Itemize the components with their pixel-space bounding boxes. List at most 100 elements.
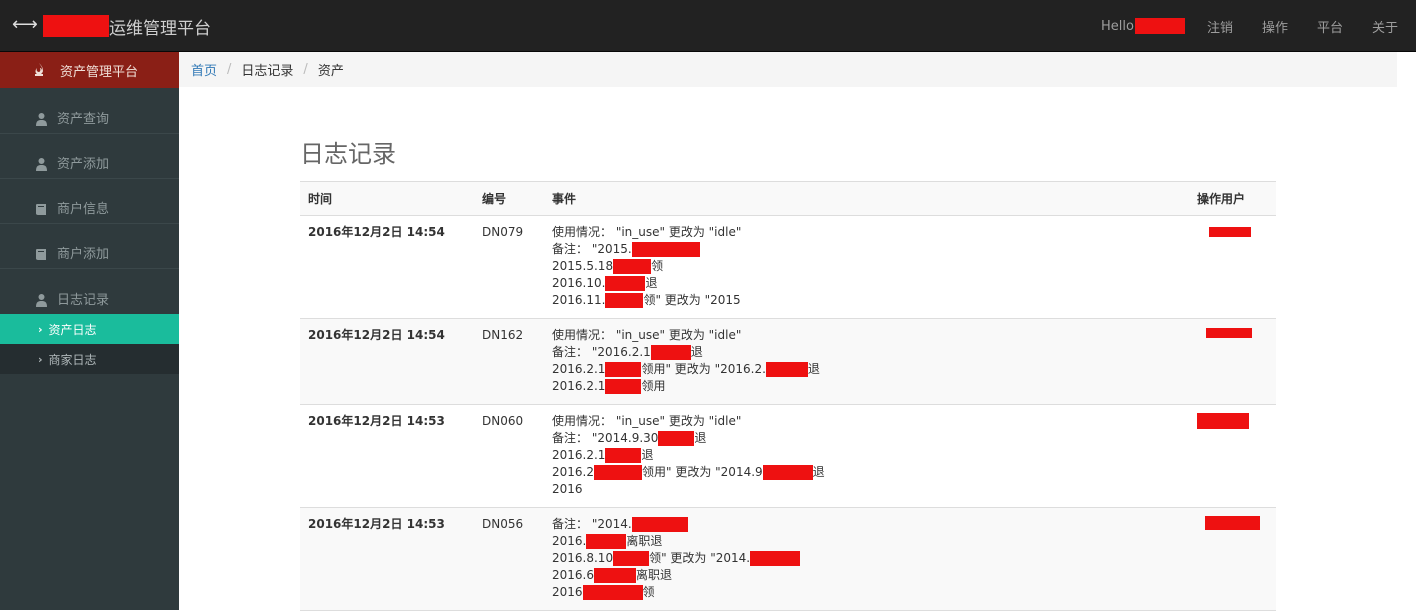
breadcrumb-home[interactable]: 首页: [191, 60, 217, 79]
sidebar-subitem-merchant-log[interactable]: › 商家日志: [0, 344, 179, 374]
table-header-row: 时间 编号 事件 操作用户: [300, 181, 1276, 216]
event-line: 2016.2.1 领用: [552, 379, 666, 394]
cell-time: 2016年12月2日 14:54: [300, 215, 474, 319]
chevron-right-icon: ›: [38, 322, 43, 336]
brand[interactable]: 运维管理平台: [43, 14, 211, 39]
cell-time: 2016年12月2日 14:54: [300, 318, 474, 405]
cell-code: DN162: [474, 318, 544, 405]
nav-about[interactable]: 关于: [1372, 17, 1398, 36]
brand-suffix: 运维管理平台: [109, 18, 211, 39]
table-row: 2016年12月2日 14:53 DN056 备注： "2014. 2016. 离…: [300, 507, 1276, 611]
book-icon: [36, 249, 46, 260]
event-line: 备注： "2014.: [552, 516, 1158, 533]
event-line: 备注： "2016.2.1 退: [552, 345, 703, 360]
event-line: 2016.11. 领" 更改为 "2015: [552, 293, 741, 308]
event-line: 2015.5.18 领: [552, 259, 664, 274]
event-line: 2016: [552, 482, 583, 496]
nav-operations[interactable]: 操作: [1262, 17, 1288, 36]
table-row: 2016年12月2日 14:54 DN162 使用情况： "in_use" 更改…: [300, 318, 1276, 405]
event-line: 使用情况： "in_use" 更改为 "idle": [552, 225, 742, 239]
redacted-brand-name: [43, 15, 109, 37]
event-line: 2016.6 离职退: [552, 568, 673, 583]
redacted-text: [586, 534, 627, 549]
chevron-right-icon: ›: [38, 352, 43, 366]
event-line: 2016 领: [552, 585, 655, 600]
sidebar-item-merchant-info[interactable]: 商户信息: [0, 179, 179, 224]
redacted-text: [765, 362, 808, 377]
sidebar-item-label: 商户添加: [57, 247, 110, 262]
hello-label: Hello: [1100, 18, 1134, 34]
redacted-user: [1205, 516, 1260, 530]
cell-event: 使用情况： "in_use" 更改为 "idle" 备注： "2016.2.1 退…: [544, 318, 1166, 405]
redacted-text: [750, 551, 801, 566]
redacted-user: [1206, 328, 1252, 338]
nav-logout[interactable]: 注销: [1207, 17, 1233, 36]
event-line: 2016.2 领用" 更改为 "2014.9 退: [552, 465, 825, 480]
cell-code: DN056: [474, 507, 544, 611]
redacted-text: [605, 276, 646, 291]
breadcrumb-asset: 资产: [317, 64, 344, 79]
book-icon: [36, 204, 46, 215]
sidebar-subitem-asset-log[interactable]: › 资产日志: [0, 314, 179, 344]
sidebar-subitem-label: 资产日志: [48, 322, 97, 337]
page-title: 日志记录: [300, 140, 396, 168]
cell-user: [1166, 318, 1276, 405]
cell-user: [1166, 507, 1276, 611]
redacted-text: [605, 448, 642, 463]
redacted-text: [613, 259, 652, 274]
breadcrumb: 首页 / 日志记录 / 资产: [179, 52, 1397, 87]
redacted-text: [594, 465, 642, 480]
sidebar-item-asset-query[interactable]: 资产查询: [0, 88, 179, 134]
log-table: 时间 编号 事件 操作用户 2016年12月2日 14:54 DN079 使用情…: [300, 181, 1276, 611]
nav-right: Hello 注销 操作 平台 关于: [1101, 0, 1416, 52]
users-icon: [36, 158, 47, 171]
sidebar-toggle-icon[interactable]: ⟷: [12, 14, 38, 36]
sidebar-item-label: 资产添加: [57, 157, 110, 172]
cell-time: 2016年12月2日 14:53: [300, 404, 474, 508]
hello-user: Hello: [1101, 18, 1185, 34]
redacted-user: [1197, 413, 1249, 429]
redacted-username: [1134, 18, 1185, 34]
event-line: 2016.2.1 退: [552, 448, 654, 463]
cell-user: [1166, 404, 1276, 508]
event-line: 使用情况： "in_use" 更改为 "idle": [552, 414, 742, 428]
column-header-code: 编号: [474, 181, 544, 216]
sidebar-header-label: 资产管理平台: [60, 64, 139, 80]
users-icon: [36, 113, 47, 126]
column-header-event: 事件: [544, 181, 1166, 216]
redacted-text: [762, 465, 813, 480]
table-row: 2016年12月2日 14:54 DN079 使用情况： "in_use" 更改…: [300, 215, 1276, 319]
sidebar-subitem-label: 商家日志: [48, 352, 97, 367]
cell-code: DN060: [474, 404, 544, 508]
event-line: 2016.10. 退: [552, 276, 658, 291]
event-line: 备注： "2015.: [552, 241, 1158, 258]
redacted-text: [650, 345, 691, 360]
sidebar-item-label: 商户信息: [57, 202, 110, 217]
nav-platform[interactable]: 平台: [1317, 17, 1343, 36]
breadcrumb-separator: /: [303, 62, 308, 77]
breadcrumb-separator: /: [227, 62, 232, 77]
sidebar-item-log[interactable]: 日志记录: [0, 269, 179, 314]
table-row: 2016年12月2日 14:53 DN060 使用情况： "in_use" 更改…: [300, 404, 1276, 508]
event-line: 2016.2.1 领用" 更改为 "2016.2. 退: [552, 362, 820, 377]
redacted-text: [605, 362, 642, 377]
breadcrumb-log: 日志记录: [241, 64, 294, 79]
redacted-user: [1209, 227, 1251, 237]
top-navbar: ⟷ 运维管理平台 Hello 注销 操作 平台 关于: [0, 0, 1416, 52]
cell-time: 2016年12月2日 14:53: [300, 507, 474, 611]
sidebar-item-label: 资产查询: [57, 112, 110, 127]
redacted-text: [582, 585, 643, 600]
cell-code: DN079: [474, 215, 544, 319]
sidebar: 资产管理平台 资产查询 资产添加 商户信息 商户添加 日志记录 › 资产日志 ›: [0, 52, 179, 610]
event-line: 备注： "2014.9.30 退: [552, 431, 707, 446]
redacted-text: [631, 517, 688, 532]
event-line: 2016.8.10 领" 更改为 "2014.: [552, 550, 1158, 567]
users-icon: [36, 294, 47, 307]
sidebar-item-merchant-add[interactable]: 商户添加: [0, 224, 179, 269]
column-header-time: 时间: [300, 181, 474, 216]
fire-icon: [35, 63, 44, 76]
cell-event: 使用情况： "in_use" 更改为 "idle" 备注： "2014.9.30…: [544, 404, 1166, 508]
event-line: 2016. 离职退: [552, 534, 663, 549]
sidebar-header[interactable]: 资产管理平台: [0, 52, 179, 88]
sidebar-item-asset-add[interactable]: 资产添加: [0, 134, 179, 179]
